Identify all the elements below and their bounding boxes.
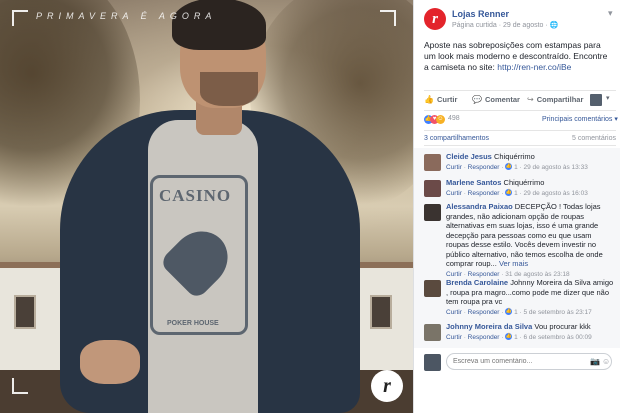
comment-button[interactable]: 💬 Comentar [472,95,520,104]
shares-count[interactable]: 3 compartilhamentos [424,135,489,142]
shirt-text-2: POKER HOUSE [167,320,219,327]
post-photo[interactable]: CASINO POKER HOUSE PRIMAVERA É AGORA r [0,0,413,413]
comment-footer: Curtir · Responder · 👍 1 · 5 de setembro… [446,308,592,316]
comment-author[interactable]: Marlene Santos [446,178,501,187]
photo-window [14,295,36,329]
comment-reply-link[interactable]: Responder [468,309,500,316]
comment-text: Vou procurar kkk [534,322,591,331]
comment-like-link[interactable]: Curtir [446,164,462,171]
frame-corner [12,378,28,394]
commenter-avatar[interactable] [424,280,441,297]
comment-reply-link[interactable]: Responder [468,334,500,341]
comment-filter-dropdown[interactable]: Principais comentários ▾ [542,115,618,123]
emoji-icon[interactable]: ☺ [602,357,610,366]
share-arrow-icon: ↪ [527,95,534,104]
like-badge-icon: 👍 [505,163,513,171]
comment-body: Brenda Carolaine Johnny Moreira da Silva… [446,278,614,317]
comment-date[interactable]: 6 de setembro às 00:09 [523,334,591,341]
commenter-avatar[interactable] [424,154,441,171]
like-button[interactable]: 👍 Curtir [424,95,457,104]
model-hair [172,0,266,50]
comment-author[interactable]: Alessandra Paixao [446,202,513,211]
viewer-avatar[interactable] [590,94,602,106]
wow-reaction-icon[interactable]: ☺ [436,115,445,124]
commenter-avatar[interactable] [424,324,441,341]
share-label: Compartilhar [536,95,584,104]
comment-body: Johnny Moreira da Silva Vou procurar kkk… [446,322,614,342]
comment-author[interactable]: Cleide Jesus [446,152,492,161]
comment-like-link[interactable]: Curtir [446,190,462,197]
camera-icon[interactable]: 📷 [590,357,600,366]
photo-window [370,295,392,329]
comment-label: Comentar [484,95,520,104]
post-text: Aposte nas sobreposições com estampas pa… [424,40,614,73]
comment-likes[interactable]: 1 [514,334,518,341]
viewer-avatar [424,354,441,371]
comment-like-link[interactable]: Curtir [446,309,462,316]
frame-corner [12,10,28,26]
comment-footer: Curtir · Responder · 👍 1 · 6 de setembro… [446,333,592,341]
model-hand [80,340,140,384]
like-badge-icon: 👍 [505,333,513,341]
comment-reply-link[interactable]: Responder [468,271,500,278]
comment-author[interactable]: Brenda Carolaine [446,278,508,287]
comment-footer: Curtir · Responder · 👍 1 · 29 de agosto … [446,189,588,197]
comment-reply-link[interactable]: Responder [468,190,500,197]
see-more-link[interactable]: Ver mais [499,259,528,268]
reactions-count[interactable]: 498 [448,115,460,122]
post-header: r Lojas Renner Página curtida · 29 de ag… [424,8,616,32]
page-name[interactable]: Lojas Renner [452,9,509,19]
reply-composer: 📷 ☺ [424,352,616,372]
comment-author[interactable]: Johnny Moreira da Silva [446,322,532,331]
comment-date[interactable]: 29 de agosto às 16:03 [523,190,587,197]
comment-input[interactable] [446,353,612,370]
post-actions: 👍 Curtir 💬 Comentar ↪ Compartilhar ▾ [424,90,616,108]
model-beard [200,72,258,106]
comment-likes[interactable]: 1 [514,309,518,316]
commenter-avatar[interactable] [424,204,441,221]
frame-corner [380,10,396,26]
comment-like-link[interactable]: Curtir [446,271,462,278]
post-meta: Página curtida · 29 de agosto · 🌐 [452,22,559,29]
comment-like-link[interactable]: Curtir [446,334,462,341]
comment-text: Chiquérrimo [503,178,545,187]
comment-date[interactable]: 5 de setembro às 23:17 [523,309,591,316]
commenter-avatar[interactable] [424,180,441,197]
renner-logo: r [371,370,403,402]
page-avatar[interactable]: r [424,8,446,30]
speech-bubble-icon: 💬 [472,95,482,104]
caret-down-icon[interactable]: ▾ [606,94,610,102]
comment-body: Alessandra Paixao DECEPÇÃO ! Todas lojas… [446,202,614,279]
comment-body: Cleide Jesus Chiquérrimo Curtir · Respon… [446,152,614,172]
chevron-down-icon[interactable]: ▾ [608,8,613,19]
engagement-counts: 3 compartilhamentos 5 comentários [424,130,616,146]
campaign-tagline: PRIMAVERA É AGORA [36,11,217,21]
like-badge-icon: 👍 [505,189,513,197]
reactions-bar: 👍 ♥ ☺ 498 Principais comentários ▾ [424,110,618,126]
comment-date[interactable]: 31 de agosto às 23:18 [505,271,569,278]
shirt-text: CASINO [159,186,232,205]
thumbs-up-icon: 👍 [424,95,434,104]
comment-footer: Curtir · Responder · 👍 1 · 29 de agosto … [446,163,588,171]
comment-likes[interactable]: 1 [514,190,518,197]
comments-count[interactable]: 5 comentários [572,135,616,142]
share-button[interactable]: ↪ Compartilhar [527,95,583,104]
comment-text: Chiquérrimo [493,152,535,161]
comments-list: Cleide Jesus Chiquérrimo Curtir · Respon… [414,148,620,348]
post-link[interactable]: http://ren-ner.co/iBe [497,62,571,72]
comment-likes[interactable]: 1 [514,164,518,171]
comment-body: Marlene Santos Chiquérrimo Curtir · Resp… [446,178,614,198]
comment-reply-link[interactable]: Responder [468,164,500,171]
like-badge-icon: 👍 [505,308,513,316]
comment-date[interactable]: 29 de agosto às 13:33 [523,164,587,171]
like-label: Curtir [436,95,458,104]
post-panel: r Lojas Renner Página curtida · 29 de ag… [413,0,620,413]
